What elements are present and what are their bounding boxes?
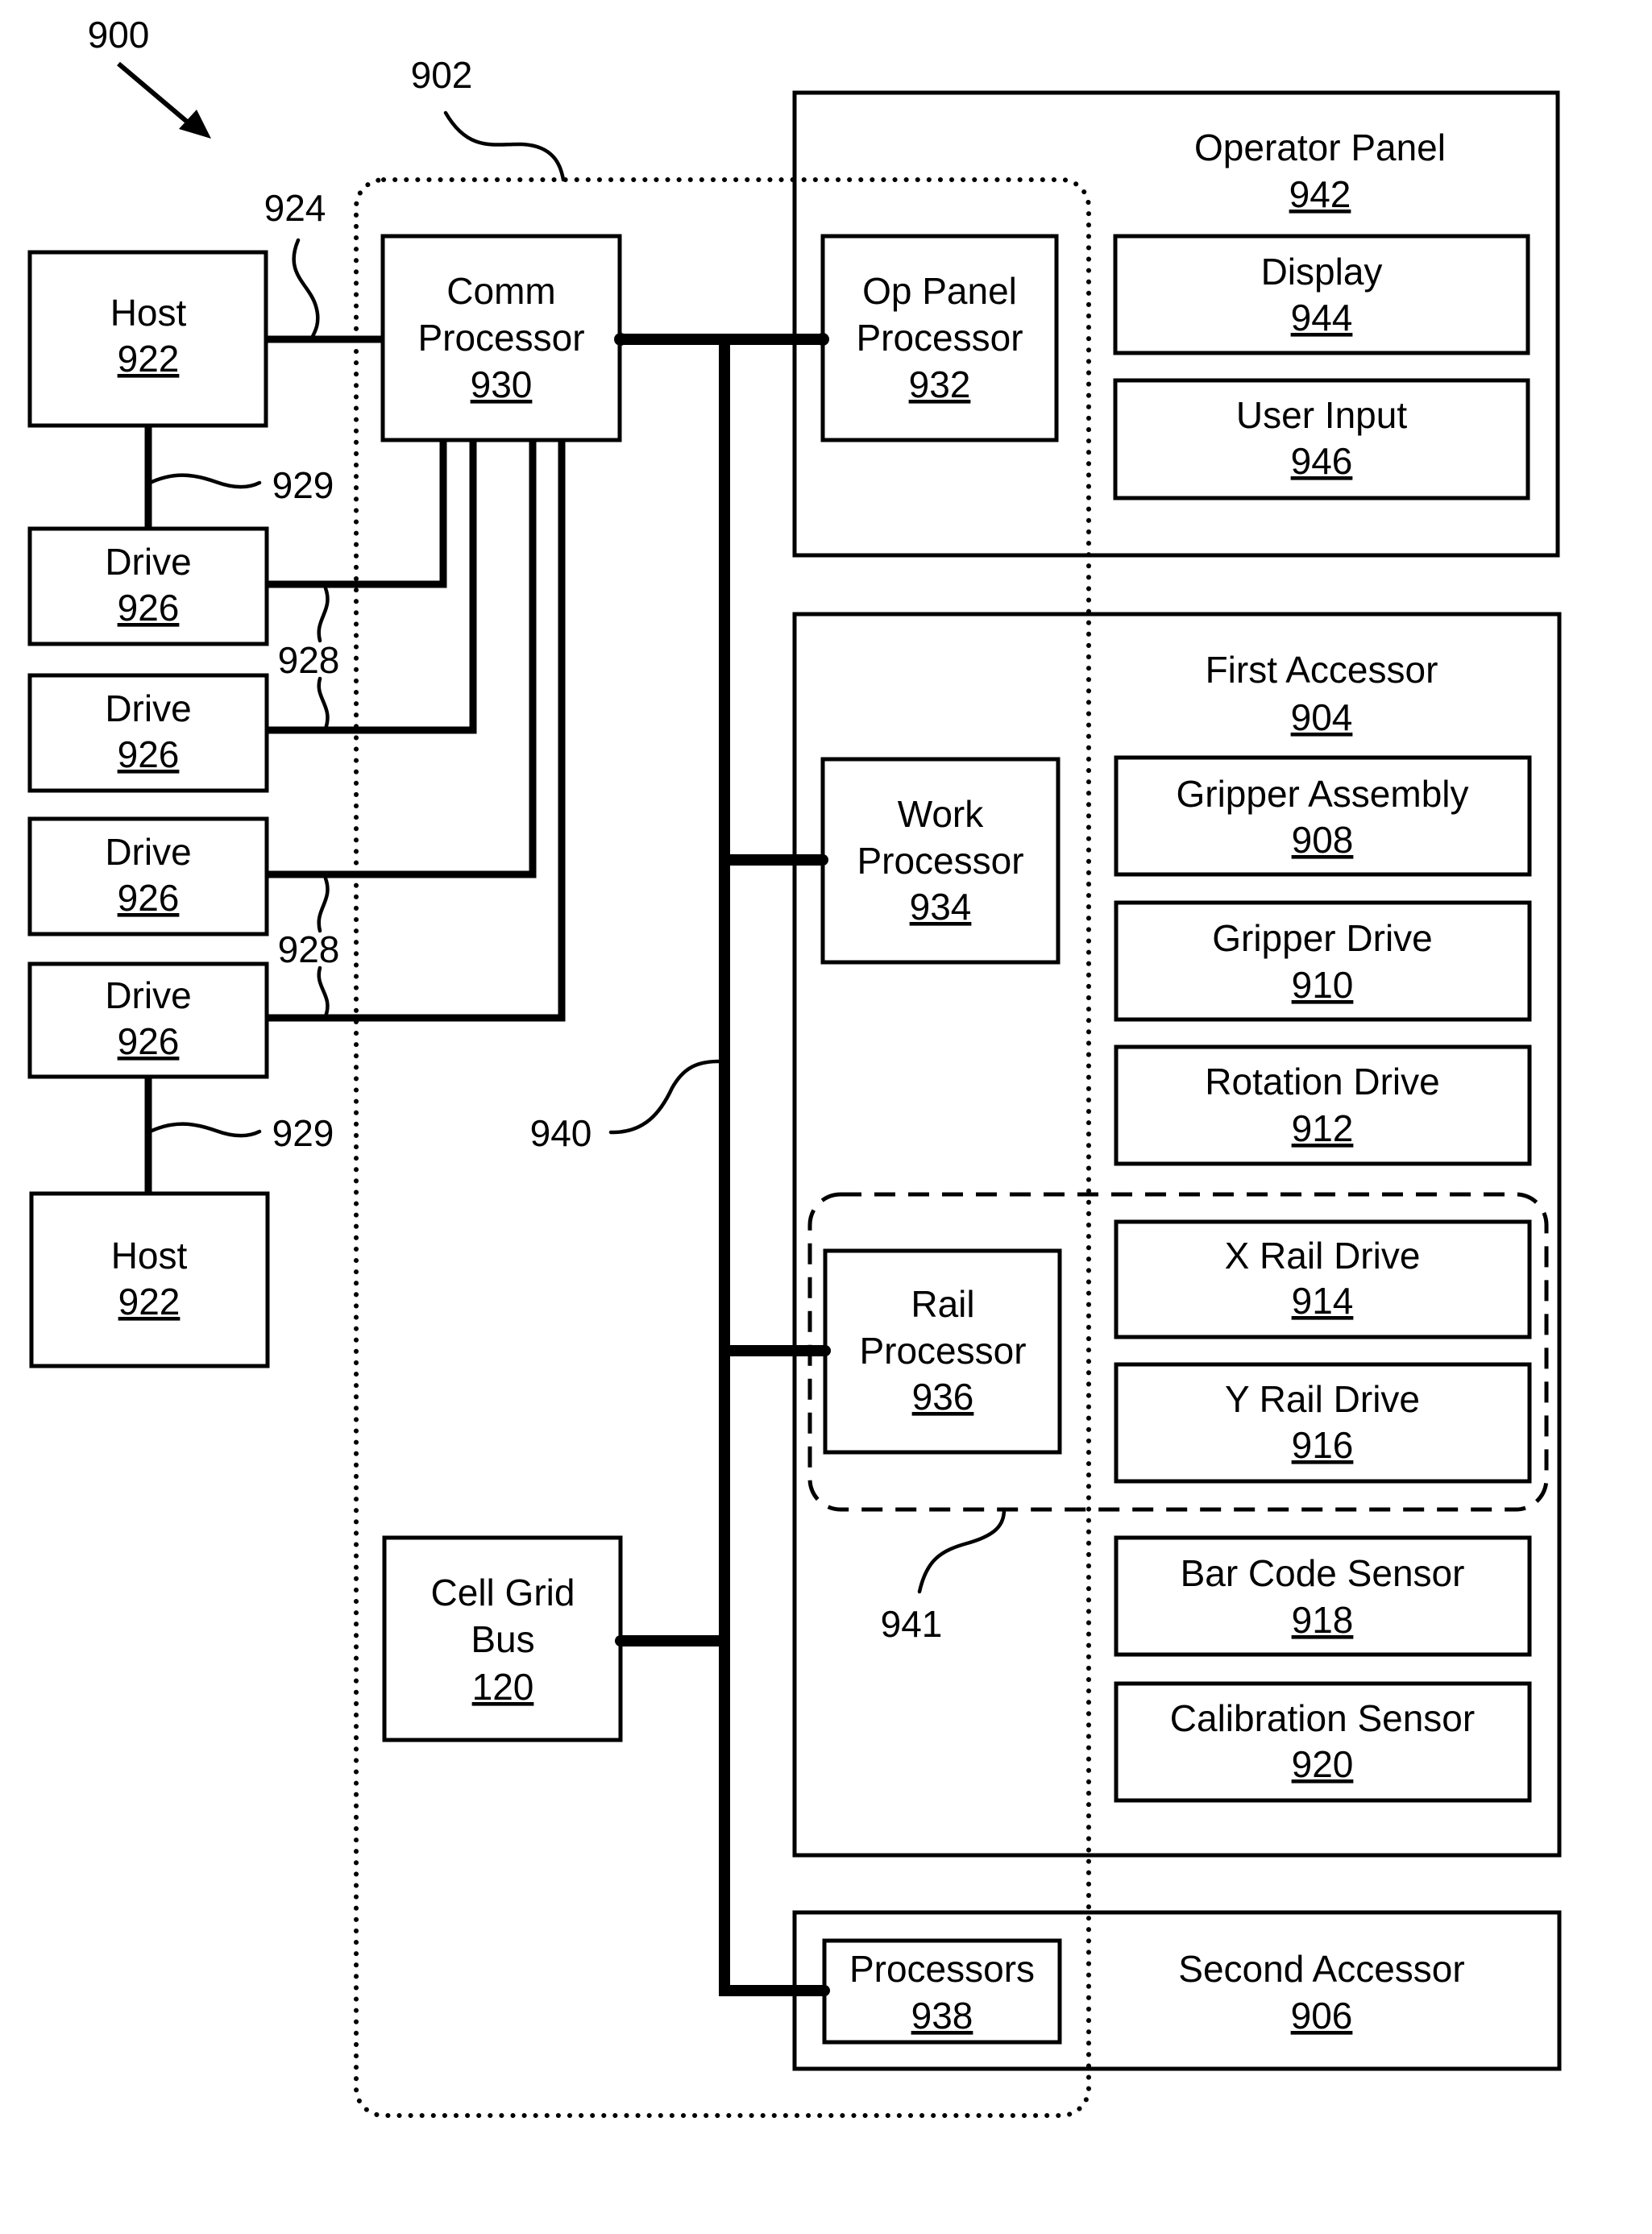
operator-panel-ref: 942 (1289, 173, 1351, 215)
comm-processor-label-line2: Processor (417, 317, 584, 359)
op-panel-processor-line2: Processor (856, 317, 1023, 359)
host-drive-leader-bottom (146, 1122, 262, 1138)
cell-grid-bus-ref: 120 (472, 1666, 534, 1708)
junction-dot (819, 1985, 830, 1996)
comm-processor-label-line1: Comm (446, 270, 555, 312)
figure-reference: 900 (88, 14, 211, 139)
first-accessor-title: First Accessor (1206, 649, 1438, 691)
host-ref: 922 (118, 1281, 181, 1323)
junction-dot (614, 333, 627, 346)
drive-box: Drive 926 (27, 526, 269, 646)
junction-dot (817, 854, 828, 866)
operator-panel: Operator Panel 942 Op Panel Processor 93… (820, 127, 1530, 500)
y-rail-drive-label: Y Rail Drive (1225, 1378, 1420, 1420)
drive-link-leader-1a (317, 586, 330, 643)
gripper-assembly-ref: 908 (1292, 819, 1354, 861)
processors-label: Processors (849, 1948, 1035, 1990)
host-drive-leader-top (146, 473, 262, 489)
rotation-drive-label: Rotation Drive (1205, 1061, 1439, 1102)
host-label: Host (111, 1235, 188, 1277)
figure-number: 900 (88, 14, 150, 56)
host-box: Host 922 (27, 250, 268, 428)
rail-processor-line2: Processor (859, 1330, 1026, 1372)
cell-grid-bus-label-line1: Cell Grid (431, 1572, 575, 1613)
drive-label: Drive (105, 831, 191, 873)
drive-link-callout-upper: 928 (278, 639, 340, 681)
controller-group-callout: 902 (411, 54, 473, 96)
drive-link-leader-1b (317, 676, 330, 731)
junction-dot (615, 1635, 626, 1646)
x-rail-drive-label: X Rail Drive (1225, 1235, 1421, 1277)
gripper-drive-ref: 910 (1292, 964, 1354, 1006)
processors-ref: 938 (911, 1995, 973, 2037)
drive-label: Drive (105, 541, 191, 583)
second-accessor: Processors 938 Second Accessor 906 (822, 1938, 1465, 2045)
rail-group-leader (917, 1507, 1007, 1594)
user-input-label: User Input (1236, 394, 1407, 436)
host-drive-callout-bottom: 929 (272, 1112, 334, 1154)
y-rail-drive-ref: 916 (1292, 1424, 1354, 1466)
cell-grid-bus-box: Cell Grid Bus 120 (382, 1535, 623, 1742)
cell-grid-bus-label-line2: Bus (471, 1618, 534, 1660)
work-processor-line1: Work (898, 793, 984, 835)
op-panel-processor-ref: 932 (909, 363, 971, 405)
host-box: Host 922 (29, 1191, 270, 1368)
operator-panel-title: Operator Panel (1194, 127, 1446, 168)
junction-dot (820, 1345, 831, 1356)
drive-link-leader-2a (317, 876, 330, 933)
calibration-sensor-label: Calibration Sensor (1170, 1697, 1475, 1739)
arrow-head-icon (179, 110, 211, 139)
host-drive-callout-top: 929 (272, 464, 334, 506)
rail-group-callout: 941 (881, 1603, 943, 1645)
drive-ref: 926 (118, 877, 180, 919)
bus-leader (608, 1059, 721, 1135)
bus-callout: 940 (530, 1112, 592, 1154)
drive-ref: 926 (118, 733, 180, 775)
junction-dot (816, 333, 829, 346)
calibration-sensor-ref: 920 (1292, 1743, 1354, 1785)
drive-ref: 926 (118, 587, 180, 629)
figure-arrow-shaft (117, 61, 193, 128)
drive-ref: 926 (118, 1020, 180, 1062)
bar-code-sensor-ref: 918 (1292, 1599, 1354, 1641)
drive-label: Drive (105, 687, 191, 729)
rotation-drive-ref: 912 (1292, 1107, 1354, 1149)
first-accessor-ref: 904 (1291, 696, 1353, 738)
second-accessor-title: Second Accessor (1178, 1948, 1464, 1990)
second-accessor-ref: 906 (1291, 1995, 1353, 2037)
comm-processor-ref: 930 (471, 363, 533, 405)
gripper-assembly-label: Gripper Assembly (1176, 773, 1468, 815)
work-processor-ref: 934 (910, 886, 972, 928)
host-link-callout: 924 (264, 187, 326, 229)
drive-label: Drive (105, 974, 191, 1016)
op-panel-processor-line1: Op Panel (862, 270, 1017, 312)
host-box-frame (29, 1191, 270, 1368)
comm-processor-box: Comm Processor 930 (380, 234, 622, 442)
drive-box: Drive 926 (27, 673, 269, 793)
drive-box: Drive 926 (27, 961, 269, 1079)
rail-processor-ref: 936 (912, 1376, 974, 1418)
host-link-leader (292, 238, 320, 342)
block-diagram: 900 902 924 929 929 928 928 940 941 Host… (27, 14, 1562, 2118)
drive-link-leader-2b (317, 965, 330, 1019)
rail-processor-line1: Rail (911, 1283, 974, 1325)
host-label: Host (110, 292, 187, 334)
host-ref: 922 (118, 338, 180, 380)
gripper-drive-label: Gripper Drive (1212, 917, 1433, 959)
user-input-ref: 946 (1291, 440, 1353, 482)
bar-code-sensor-label: Bar Code Sensor (1181, 1552, 1465, 1594)
display-label: Display (1261, 251, 1383, 293)
x-rail-drive-ref: 914 (1292, 1280, 1354, 1322)
drive-link-callout-lower: 928 (278, 928, 340, 970)
drive-box: Drive 926 (27, 816, 269, 936)
controller-group-leader (443, 110, 566, 182)
display-ref: 944 (1291, 297, 1353, 338)
work-processor-line2: Processor (857, 840, 1023, 882)
